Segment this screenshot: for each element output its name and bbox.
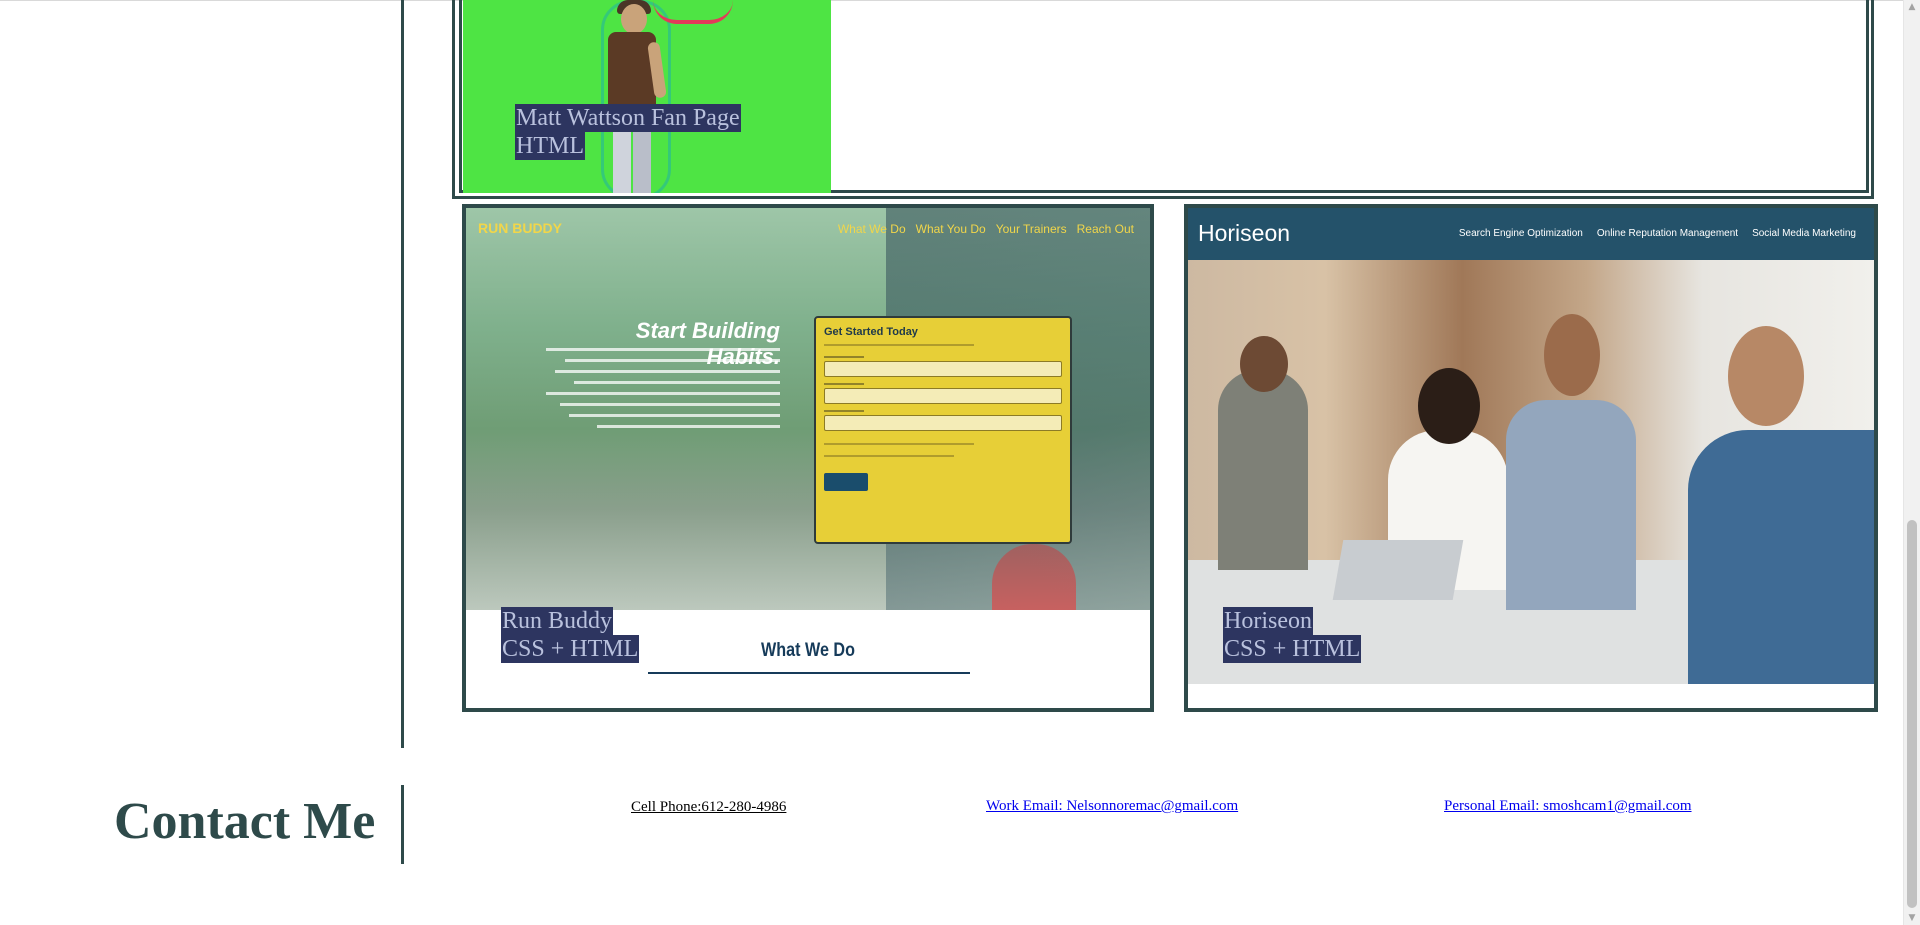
form-label [824, 410, 864, 412]
horiseon-logo: Horiseon [1198, 220, 1291, 246]
vertical-scrollbar[interactable]: ▲ ▼ [1903, 0, 1920, 925]
horiseon-header: Horiseon Search Engine Optimization Onli… [1188, 208, 1874, 260]
person-right [1688, 430, 1874, 684]
person-standing-head [1544, 314, 1600, 396]
form-field [824, 415, 1062, 431]
laptop [1332, 540, 1464, 600]
horiseon-nav-item: Online Reputation Management [1596, 228, 1739, 239]
run-buddy-nav-item: What We Do [837, 222, 906, 236]
form-checkbox-row [824, 455, 954, 457]
run-buddy-screenshot: RUN BUDDY What We Do What You Do Your Tr… [466, 208, 1150, 610]
section-divider-upper [401, 0, 404, 748]
project-thumbnail-matt-wattson[interactable] [463, 0, 831, 193]
person-center-head [1418, 368, 1480, 444]
figure-head [621, 4, 647, 34]
form-field [824, 388, 1062, 404]
run-buddy-nav: What We Do What You Do Your Trainers Rea… [838, 222, 1134, 236]
work-email-link[interactable]: Work Email: Nelsonnoremac@gmail.com [986, 798, 1238, 815]
run-buddy-body-text [546, 348, 780, 436]
run-buddy-signup-form: Get Started Today [814, 316, 1072, 544]
project-tech: HTML [515, 132, 585, 160]
section-underline [648, 672, 970, 674]
run-buddy-nav-item: What You Do [915, 222, 986, 236]
form-label [824, 383, 864, 385]
graffiti-mark [653, 0, 733, 24]
horiseon-nav-item: Social Media Marketing [1752, 228, 1856, 239]
project-title: Horiseon [1223, 607, 1313, 635]
scroll-up-arrow-icon[interactable]: ▲ [1904, 0, 1920, 14]
person-standing [1506, 400, 1636, 610]
cell-phone-link[interactable]: Cell Phone:612-280-4986 [631, 799, 786, 816]
form-submit-button [824, 473, 868, 491]
run-buddy-nav-item: Reach Out [1076, 222, 1134, 236]
project-caption-matt-wattson[interactable]: Matt Wattson Fan Page HTML [515, 104, 741, 160]
project-tech: CSS + HTML [1223, 635, 1362, 663]
person-right-head [1728, 326, 1804, 426]
horiseon-page-bottom [1188, 684, 1874, 708]
form-radio-row [824, 443, 974, 445]
person-left-head [1240, 336, 1288, 392]
form-field [824, 361, 1062, 377]
contact-heading: Contact Me [114, 793, 376, 850]
project-tech: CSS + HTML [501, 635, 640, 663]
person-left [1218, 370, 1308, 570]
horiseon-nav-item: Search Engine Optimization [1458, 228, 1583, 239]
scroll-down-arrow-icon[interactable]: ▼ [1904, 911, 1920, 925]
section-divider-contact [401, 785, 404, 864]
project-title: Run Buddy [501, 607, 614, 635]
form-label [824, 356, 864, 358]
personal-email-link[interactable]: Personal Email: smoshcam1@gmail.com [1444, 798, 1692, 815]
run-buddy-nav-item: Your Trainers [995, 222, 1067, 236]
run-buddy-shoe [992, 544, 1076, 610]
scrollbar-thumb[interactable] [1907, 520, 1917, 908]
horiseon-nav: Search Engine Optimization Online Reputa… [1459, 228, 1856, 239]
form-subtext [824, 344, 974, 346]
project-caption-run-buddy[interactable]: Run Buddy CSS + HTML [501, 607, 640, 663]
project-title: Matt Wattson Fan Page [515, 104, 741, 132]
run-buddy-logo: RUN BUDDY [478, 220, 562, 236]
project-caption-horiseon[interactable]: Horiseon CSS + HTML [1223, 607, 1362, 663]
run-buddy-form-title: Get Started Today [824, 326, 918, 338]
